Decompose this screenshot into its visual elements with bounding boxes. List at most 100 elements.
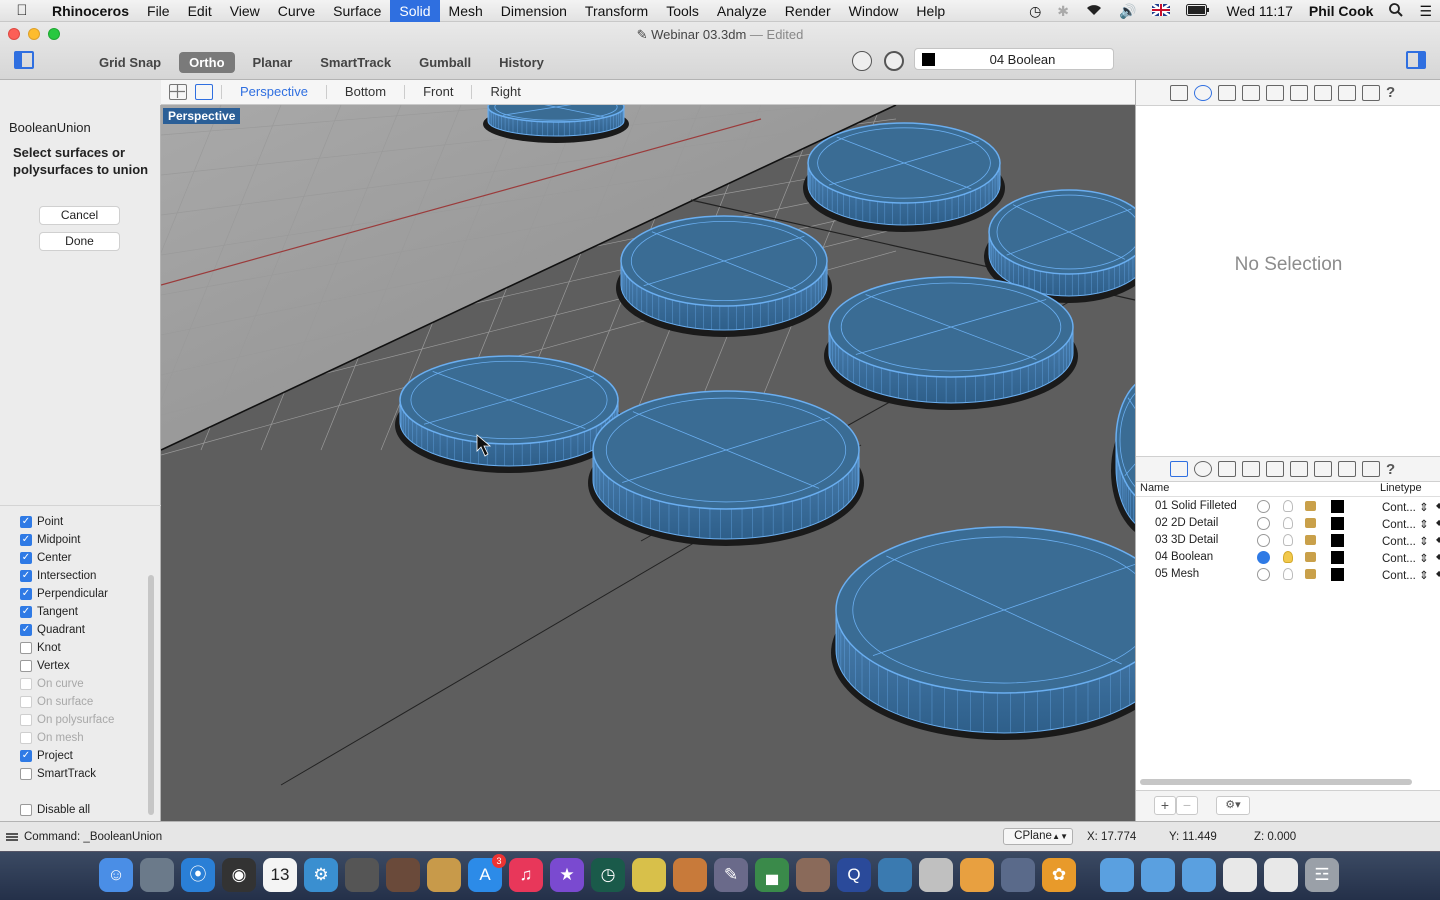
photos-grid-icon[interactable] [796, 858, 830, 892]
layer-linetype[interactable]: Cont... ⇕ [1382, 551, 1440, 565]
render-panel-icon[interactable] [1362, 84, 1380, 101]
osnap-on-polysurface[interactable]: On polysurface [20, 712, 114, 728]
planar-toggle[interactable]: Planar [243, 52, 303, 73]
menu-tools[interactable]: Tools [657, 0, 708, 22]
layer-options-gear-icon[interactable]: ⚙▾ [1216, 796, 1250, 815]
viewport-label[interactable]: Perspective [163, 108, 241, 124]
smarttrack-toggle[interactable]: SmartTrack [310, 52, 401, 73]
linetype-column-header[interactable]: Linetype [1380, 482, 1422, 494]
bluetooth-icon[interactable]: ✱ [1049, 3, 1077, 20]
keynote-icon[interactable] [673, 858, 707, 892]
checkbox[interactable] [20, 768, 32, 780]
osnap-pin-icon[interactable] [852, 51, 872, 71]
apple-menu-icon[interactable]:  [0, 2, 44, 19]
volume-icon[interactable]: 🔊 [1111, 3, 1144, 20]
lights-panel-icon[interactable] [1290, 84, 1308, 101]
help-question-icon[interactable]: ? [1386, 461, 1395, 478]
materials-panel-icon[interactable] [1242, 84, 1260, 101]
spotlight-search-icon[interactable] [1381, 2, 1411, 20]
layer-color-swatch[interactable] [1331, 517, 1344, 530]
checkbox[interactable]: ✓ [20, 552, 32, 564]
folder-apps-icon[interactable] [1100, 858, 1134, 892]
layer-row[interactable]: 04 Boolean Cont... ⇕ [1136, 549, 1440, 566]
osnap-knot[interactable]: Knot [20, 640, 61, 656]
osnap-project[interactable]: ✓ Project [20, 748, 73, 764]
mail-stamp-icon[interactable] [140, 858, 174, 892]
ortho-toggle[interactable]: Ortho [179, 51, 235, 73]
layer-visibility-bulb-icon[interactable] [1283, 551, 1293, 563]
osnap-quadrant[interactable]: ✓ Quadrant [20, 622, 85, 638]
osnap-midpoint[interactable]: ✓ Midpoint [20, 532, 80, 548]
layer-visibility-bulb-icon[interactable] [1283, 568, 1293, 580]
checkbox[interactable]: ✓ [20, 624, 32, 636]
remove-layer-button[interactable]: − [1176, 796, 1198, 815]
solid-disc[interactable] [395, 355, 623, 473]
current-layer-radio[interactable] [1257, 568, 1270, 581]
materials-panel-icon[interactable] [1242, 461, 1260, 477]
film-icon[interactable] [386, 858, 420, 892]
safari-icon[interactable]: ⦿ [181, 858, 215, 892]
layer-name[interactable]: 04 Boolean [1155, 551, 1213, 563]
properties-panel-icon[interactable] [1194, 84, 1212, 101]
layer-lock-icon[interactable] [1305, 501, 1316, 511]
layer-name[interactable]: 03 3D Detail [1155, 534, 1218, 546]
checkbox[interactable] [20, 642, 32, 654]
menu-curve[interactable]: Curve [269, 0, 324, 22]
checkbox[interactable] [20, 732, 32, 744]
tab-perspective[interactable]: Perspective [221, 85, 326, 99]
checkbox[interactable] [20, 660, 32, 672]
layer-color-swatch[interactable] [1331, 568, 1344, 581]
user-name[interactable]: Phil Cook [1301, 3, 1382, 19]
pencil-icon[interactable]: ✎ [714, 858, 748, 892]
checkbox[interactable] [20, 714, 32, 726]
presentation-icon[interactable] [878, 858, 912, 892]
layer-name[interactable]: 02 2D Detail [1155, 517, 1218, 529]
layer-lock-icon[interactable] [1305, 569, 1316, 579]
layer-visibility-bulb-icon[interactable] [1283, 500, 1293, 512]
itunes-icon[interactable]: ♫ [509, 858, 543, 892]
finder-icon[interactable]: ☺ [99, 858, 133, 892]
add-layer-button[interactable]: + [1154, 796, 1176, 815]
viewport-scene[interactable] [161, 105, 1135, 821]
layers-panel-icon[interactable] [1170, 461, 1188, 477]
photo-booth-icon[interactable] [345, 858, 379, 892]
notes-panel-icon[interactable] [1218, 84, 1236, 101]
notes-icon[interactable] [427, 858, 461, 892]
osnap-intersection[interactable]: ✓ Intersection [20, 568, 96, 584]
tab-front[interactable]: Front [404, 85, 471, 99]
layer-lock-icon[interactable] [1305, 535, 1316, 545]
osnap-disable-all[interactable]: Disable all [20, 802, 90, 818]
battery-icon[interactable] [1178, 3, 1218, 19]
layer-lock-icon[interactable] [1305, 552, 1316, 562]
grid-snap-toggle[interactable]: Grid Snap [89, 52, 171, 73]
menu-view[interactable]: View [221, 0, 269, 22]
perspective-viewport[interactable]: Perspective [161, 105, 1135, 821]
done-button[interactable]: Done [39, 232, 120, 251]
calendar-icon[interactable]: 13 [263, 858, 297, 892]
layers-panel-icon[interactable] [1170, 84, 1188, 101]
browser-window-icon[interactable] [1223, 858, 1257, 892]
quicktime-icon[interactable]: Q [837, 858, 871, 892]
right-sidebar-toggle-icon[interactable] [1406, 51, 1426, 69]
wifi-icon[interactable] [1077, 3, 1111, 19]
target-circle-icon[interactable] [884, 51, 904, 71]
properties-panel-icon[interactable] [1194, 461, 1212, 477]
named-views-icon[interactable] [1266, 461, 1284, 477]
display-panel-icon[interactable] [1314, 84, 1332, 101]
blocks-panel-icon[interactable] [1338, 461, 1356, 477]
menu-help[interactable]: Help [907, 0, 954, 22]
solid-disc[interactable] [616, 215, 832, 337]
layer-row[interactable]: 05 Mesh Cont... ⇕ [1136, 566, 1440, 583]
menu-edit[interactable]: Edit [179, 0, 221, 22]
cancel-button[interactable]: Cancel [39, 206, 120, 225]
layer-lock-icon[interactable] [1305, 518, 1316, 528]
dancer-icon[interactable] [919, 858, 953, 892]
checkbox[interactable]: ✓ [20, 534, 32, 546]
layer-row[interactable]: 02 2D Detail Cont... ⇕ [1136, 515, 1440, 532]
checkbox[interactable] [20, 804, 32, 816]
solid-disc[interactable] [483, 105, 629, 143]
gumball-toggle[interactable]: Gumball [409, 52, 481, 73]
menu-file[interactable]: File [138, 0, 179, 22]
solid-disc[interactable] [831, 526, 1135, 740]
current-layer-selector[interactable]: 04 Boolean [914, 48, 1114, 70]
